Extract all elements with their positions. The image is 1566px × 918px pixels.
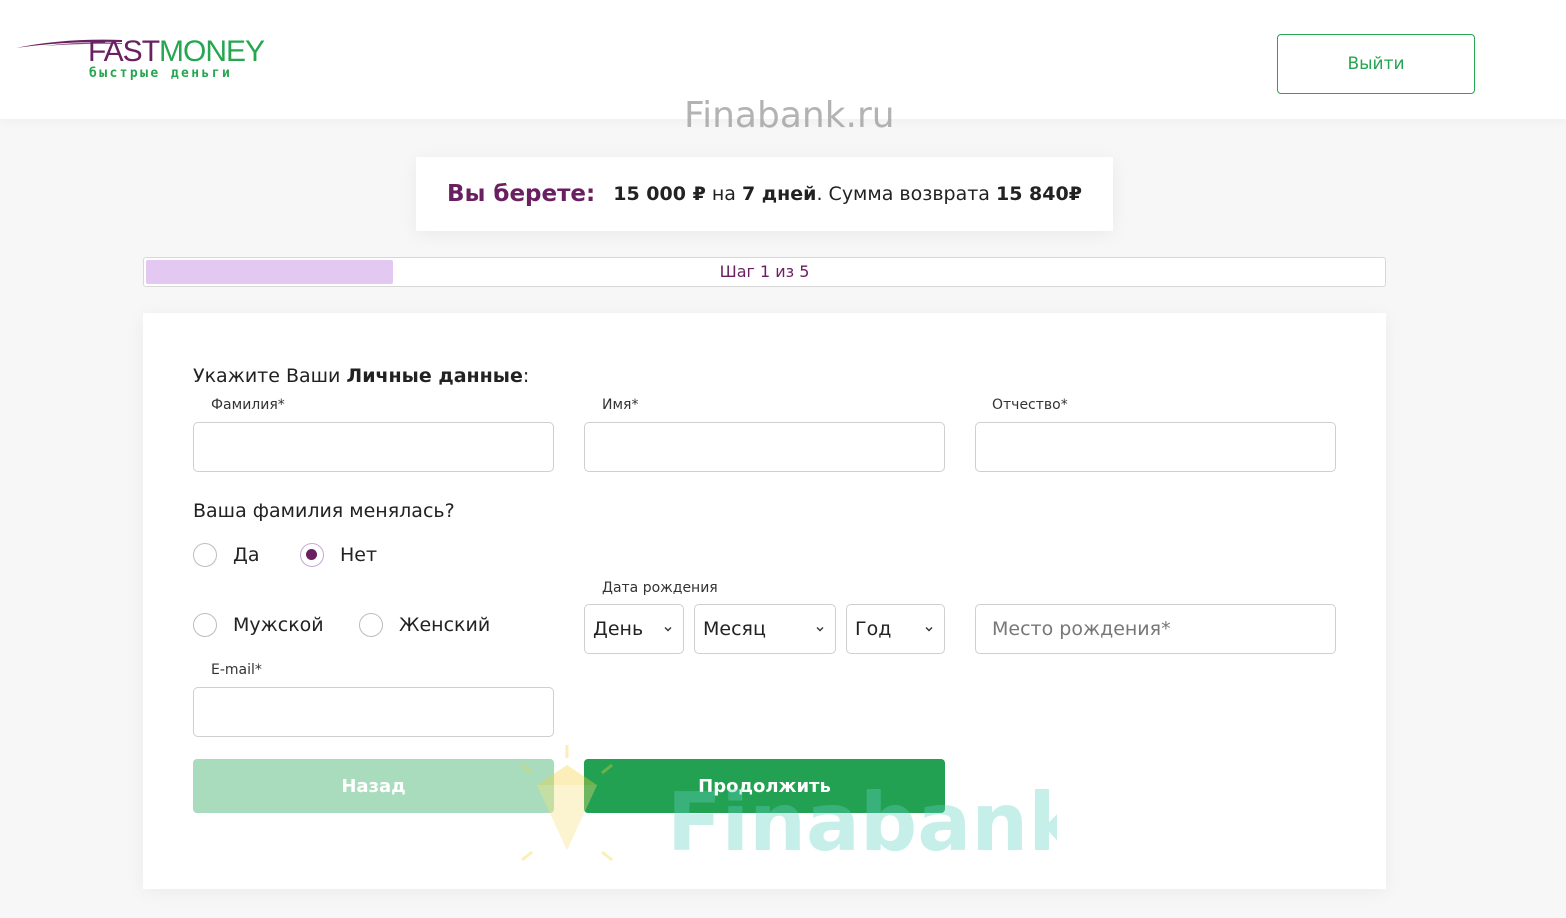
radio-circle[interactable] [193, 613, 217, 637]
birth-year-value: Год [855, 618, 892, 640]
personal-data-form: Укажите Ваши Личные данные: Фамилия* Имя… [143, 313, 1386, 889]
summary-return-amount: 15 840₽ [996, 183, 1082, 205]
logo-wordmark: FASTMONEY [88, 35, 265, 68]
radio-circle[interactable] [359, 613, 383, 637]
birthdate-label: Дата рождения [602, 580, 718, 596]
email-label: E-mail* [211, 662, 262, 678]
birth-month-value: Месяц [703, 618, 766, 640]
back-button[interactable]: Назад [193, 759, 554, 813]
summary-on: на [705, 183, 742, 205]
birth-year-select[interactable]: Год [846, 604, 945, 654]
surname-label: Фамилия* [211, 397, 285, 413]
radio-label: Мужской [233, 614, 324, 636]
name-input[interactable] [584, 422, 945, 472]
chevron-down-icon [664, 627, 672, 632]
instruction-bold: Личные данные [346, 365, 523, 387]
chevron-down-icon [816, 627, 824, 632]
name-label: Имя* [602, 397, 639, 413]
form-instruction: Укажите Ваши Личные данные: [193, 365, 529, 387]
radio-circle[interactable] [300, 543, 324, 567]
radio-label: Да [233, 544, 260, 566]
summary-amount: 15 000 ₽ [613, 183, 706, 205]
progress-label: Шаг 1 из 5 [719, 262, 810, 281]
loan-summary: Вы берете: 15 000 ₽ на 7 дней. Сумма воз… [416, 157, 1113, 231]
summary-lead: Вы берете: [447, 181, 596, 207]
watermark-top: Finabank.ru [684, 95, 895, 136]
summary-return-text: . Сумма возврата [816, 183, 996, 205]
patronymic-input[interactable] [975, 422, 1336, 472]
chevron-down-icon [925, 627, 933, 632]
instruction-prefix: Укажите Ваши [193, 365, 347, 387]
radio-surname-changed-no[interactable]: Нет [300, 543, 377, 567]
logout-button[interactable]: Выйти [1277, 34, 1475, 94]
radio-surname-changed-yes[interactable]: Да [193, 543, 260, 567]
surname-changed-question: Ваша фамилия менялась? [193, 500, 455, 522]
fastmoney-logo[interactable]: FASTMONEY быстрые деньги [14, 36, 274, 86]
surname-input[interactable] [193, 422, 554, 472]
logo-tagline: быстрые деньги [89, 66, 233, 81]
patronymic-label: Отчество* [992, 397, 1068, 413]
radio-gender-male[interactable]: Мужской [193, 613, 324, 637]
radio-label: Женский [399, 614, 491, 636]
radio-gender-female[interactable]: Женский [359, 613, 490, 637]
radio-circle[interactable] [193, 543, 217, 567]
birth-day-select[interactable]: День [584, 604, 684, 654]
summary-term: 7 дней [741, 183, 817, 205]
radio-label: Нет [340, 544, 378, 566]
continue-button[interactable]: Продолжить [584, 759, 945, 813]
birth-day-value: День [593, 618, 644, 640]
birthplace-input[interactable] [975, 604, 1336, 654]
step-progress-bar: Шаг 1 из 5 [143, 257, 1386, 287]
birth-month-select[interactable]: Месяц [694, 604, 836, 654]
email-input[interactable] [193, 687, 554, 737]
instruction-suffix: : [522, 365, 530, 387]
summary-text: 15 000 ₽ на 7 дней. Сумма возврата 15 84… [613, 183, 1082, 205]
